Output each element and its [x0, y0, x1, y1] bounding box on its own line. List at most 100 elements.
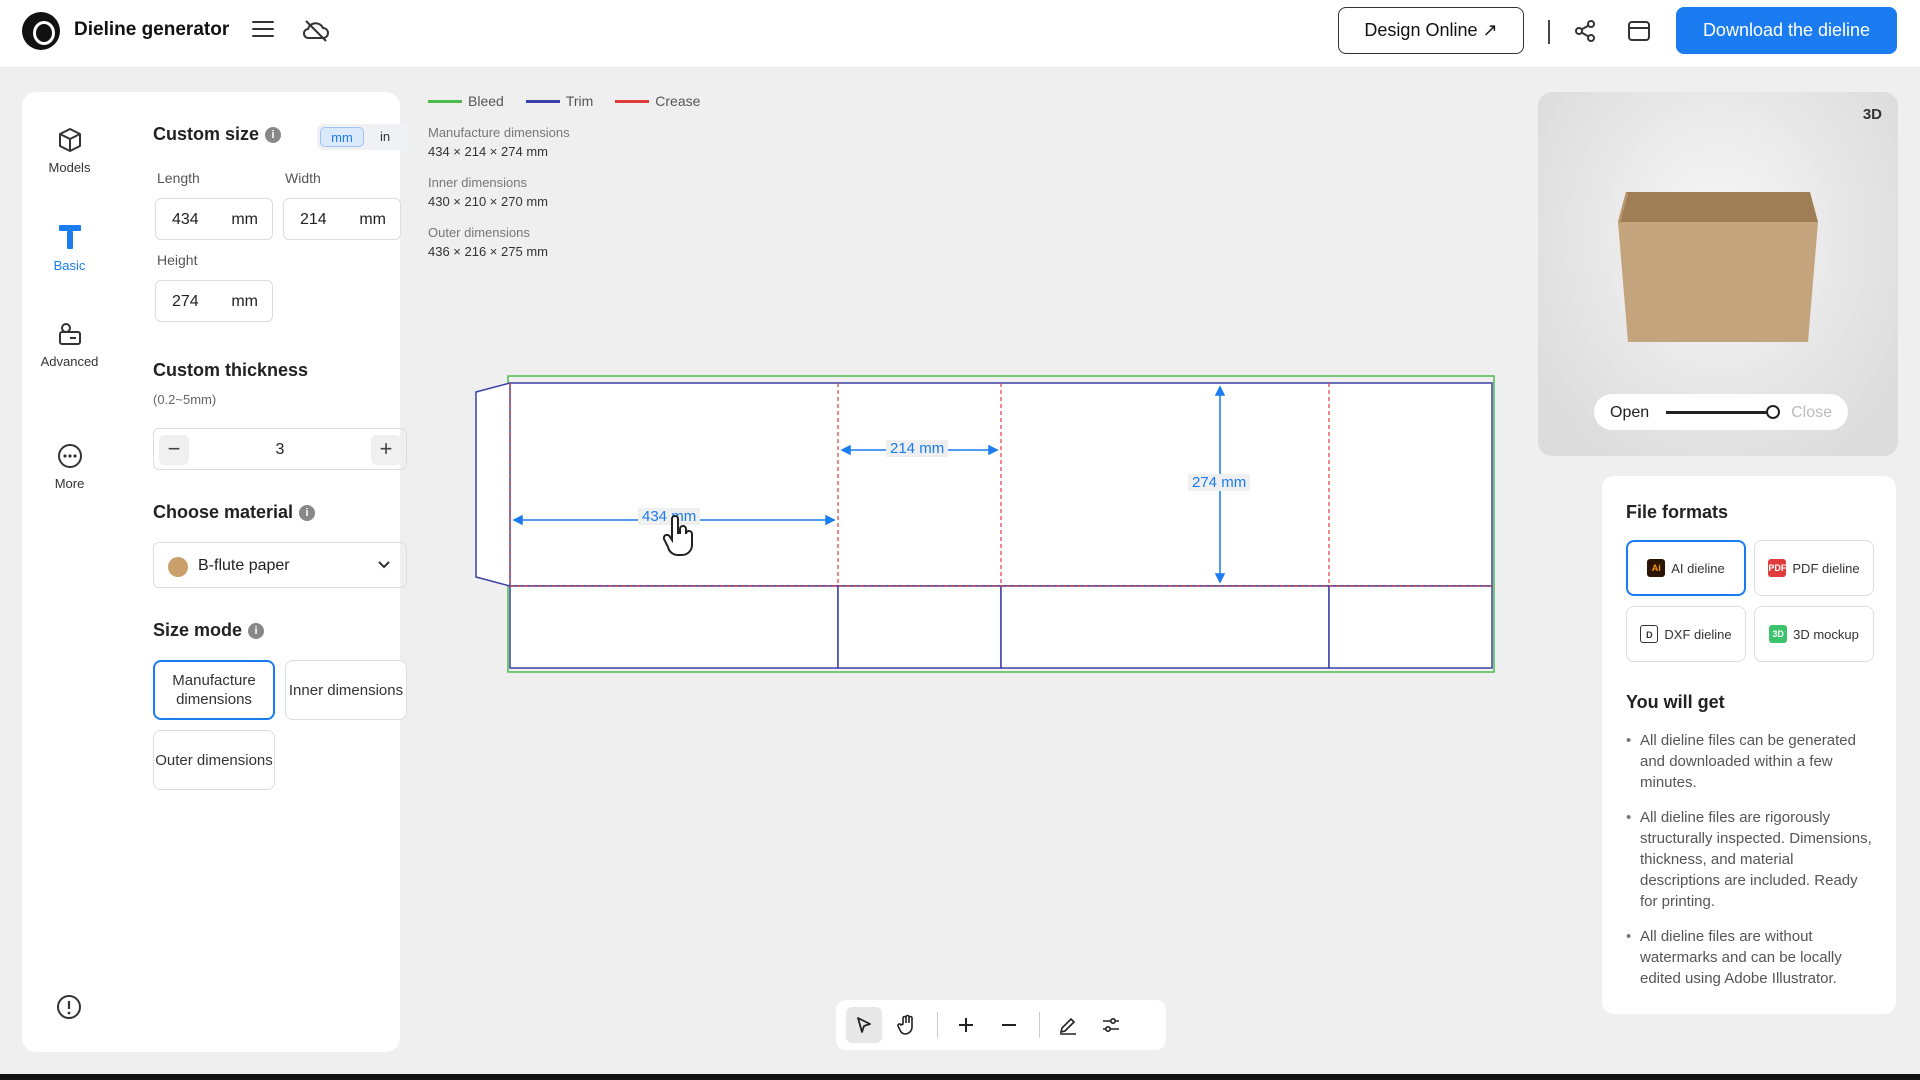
width-input[interactable]: 214 mm	[283, 198, 401, 240]
increase-button[interactable]: +	[371, 435, 401, 465]
basic-icon	[58, 225, 81, 249]
width-dimension-label: 214 mm	[886, 440, 949, 457]
thickness-value[interactable]: 3	[154, 441, 406, 459]
list-item: All dieline files are rigorously structu…	[1624, 807, 1874, 912]
advanced-icon	[58, 323, 81, 345]
dieline-canvas[interactable]	[460, 370, 1510, 690]
edit-tool-button[interactable]	[1050, 1007, 1086, 1043]
sliders-icon	[1103, 1017, 1119, 1033]
nav-label: More	[54, 476, 85, 491]
width-value: 214	[300, 211, 327, 228]
archive-box-icon[interactable]	[1626, 18, 1652, 44]
ai-file-icon: Ai	[1647, 559, 1666, 577]
chevron-down-icon	[378, 561, 390, 569]
download-dieline-button[interactable]: Download the dieline	[1676, 7, 1897, 54]
height-unit: mm	[231, 293, 258, 310]
help-icon[interactable]: i	[265, 127, 282, 143]
inner-dimensions-value: 430 × 210 × 270 mm	[428, 194, 548, 209]
outer-dimensions-button[interactable]: Outer dimensions	[153, 730, 275, 790]
share-icon[interactable]	[1572, 18, 1598, 44]
plus-icon	[959, 1018, 973, 1032]
height-input[interactable]: 274 mm	[155, 280, 273, 322]
adjust-tool-button[interactable]	[1093, 1007, 1129, 1043]
ai-dieline-button[interactable]: Ai AI dieline	[1626, 540, 1746, 596]
material-select[interactable]: B-flute paper	[153, 542, 407, 588]
more-icon	[57, 444, 82, 468]
material-title: Choose material i	[153, 502, 316, 523]
cube-icon	[58, 128, 81, 152]
hand-icon	[897, 1014, 913, 1035]
list-item: All dieline files can be generated and d…	[1624, 730, 1874, 793]
design-online-button[interactable]: Design Online ↗	[1338, 7, 1524, 54]
height-label: Height	[157, 252, 198, 268]
manufacture-dimensions-button[interactable]: Manufacture dimensions	[153, 660, 275, 720]
nav-label: Models	[48, 160, 91, 175]
app-title: Dieline generator	[74, 19, 230, 40]
info-icon[interactable]	[56, 994, 82, 1020]
file-formats-title: File formats	[1626, 502, 1729, 522]
bottom-flap	[837, 585, 1002, 669]
help-icon[interactable]: i	[299, 505, 316, 521]
open-close-slider[interactable]: Open Close	[1594, 394, 1848, 430]
inner-dimensions-button[interactable]: Inner dimensions	[285, 660, 407, 720]
nav-item-advanced[interactable]: Advanced	[22, 320, 117, 369]
manufacture-dimensions-label: Manufacture dimensions	[428, 125, 570, 140]
hand-cursor-icon	[662, 515, 693, 557]
height-value: 274	[172, 293, 199, 310]
toolbar-divider	[937, 1012, 938, 1038]
toolbar-divider	[1548, 20, 1550, 44]
pdf-dieline-button[interactable]: PDF PDF dieline	[1754, 540, 1874, 596]
nav-item-basic[interactable]: Basic	[22, 222, 117, 273]
outer-dimensions-label: Outer dimensions	[428, 225, 530, 240]
close-label: Close	[1791, 404, 1832, 421]
cloud-off-icon[interactable]	[302, 18, 330, 44]
bottom-flap	[509, 585, 839, 669]
bottom-flap	[1328, 585, 1493, 669]
dxf-file-icon: D	[1640, 625, 1659, 643]
zoom-out-button[interactable]	[991, 1007, 1027, 1043]
glue-flap	[475, 382, 511, 587]
material-swatch	[168, 557, 188, 577]
legend-bleed: Bleed	[428, 93, 504, 109]
3d-preview[interactable]: 3D Open Close	[1538, 92, 1898, 456]
minus-icon	[1002, 1024, 1016, 1026]
pointer-icon	[857, 1017, 871, 1033]
list-item: All dieline files are without watermarks…	[1624, 926, 1874, 989]
nav-item-models[interactable]: Models	[22, 126, 117, 175]
width-label: Width	[285, 170, 321, 186]
nav-label: Basic	[53, 258, 86, 273]
zoom-in-button[interactable]	[948, 1007, 984, 1043]
help-icon[interactable]: i	[248, 623, 265, 639]
line-legend: Bleed Trim Crease	[428, 93, 722, 109]
benefits-list: All dieline files can be generated and d…	[1624, 730, 1874, 1003]
outer-dimensions-value: 436 × 216 × 275 mm	[428, 244, 548, 259]
thickness-stepper: − 3 +	[153, 428, 407, 470]
hamburger-menu-icon[interactable]	[252, 21, 274, 39]
top-bar: Dieline generator Design Online ↗ Downlo…	[0, 0, 1920, 68]
inner-dimensions-label: Inner dimensions	[428, 175, 527, 190]
dimensions-info: Manufacture dimensions 434 × 214 × 274 m…	[428, 125, 570, 275]
nav-label: Advanced	[40, 354, 99, 369]
height-dimension-label: 274 mm	[1188, 474, 1251, 491]
slider-track[interactable]	[1666, 411, 1770, 414]
select-tool-button[interactable]	[846, 1007, 882, 1043]
box-model	[1618, 192, 1818, 342]
slider-handle[interactable]	[1766, 405, 1780, 419]
pan-tool-button[interactable]	[889, 1007, 925, 1043]
toolbar-divider	[1039, 1012, 1040, 1038]
3d-badge[interactable]: 3D	[1863, 106, 1882, 123]
3d-mockup-button[interactable]: 3D 3D mockup	[1754, 606, 1874, 662]
unit-in-option[interactable]: in	[364, 127, 406, 147]
thickness-title: Custom thickness	[153, 360, 309, 380]
size-mode-title: Size mode i	[153, 620, 265, 641]
open-label: Open	[1610, 404, 1650, 421]
3d-mockup-icon: 3D	[1769, 625, 1788, 643]
unit-mm-option[interactable]: mm	[320, 127, 364, 147]
dxf-dieline-button[interactable]: D DXF dieline	[1626, 606, 1746, 662]
left-panel: Models Basic Advanced More Custom size i…	[22, 92, 409, 1052]
manufacture-dimensions-value: 434 × 214 × 274 mm	[428, 144, 548, 159]
nav-item-more[interactable]: More	[22, 442, 117, 491]
width-unit: mm	[359, 211, 386, 228]
canvas-toolbar	[836, 1000, 1166, 1050]
length-input[interactable]: 434 mm	[155, 198, 273, 240]
